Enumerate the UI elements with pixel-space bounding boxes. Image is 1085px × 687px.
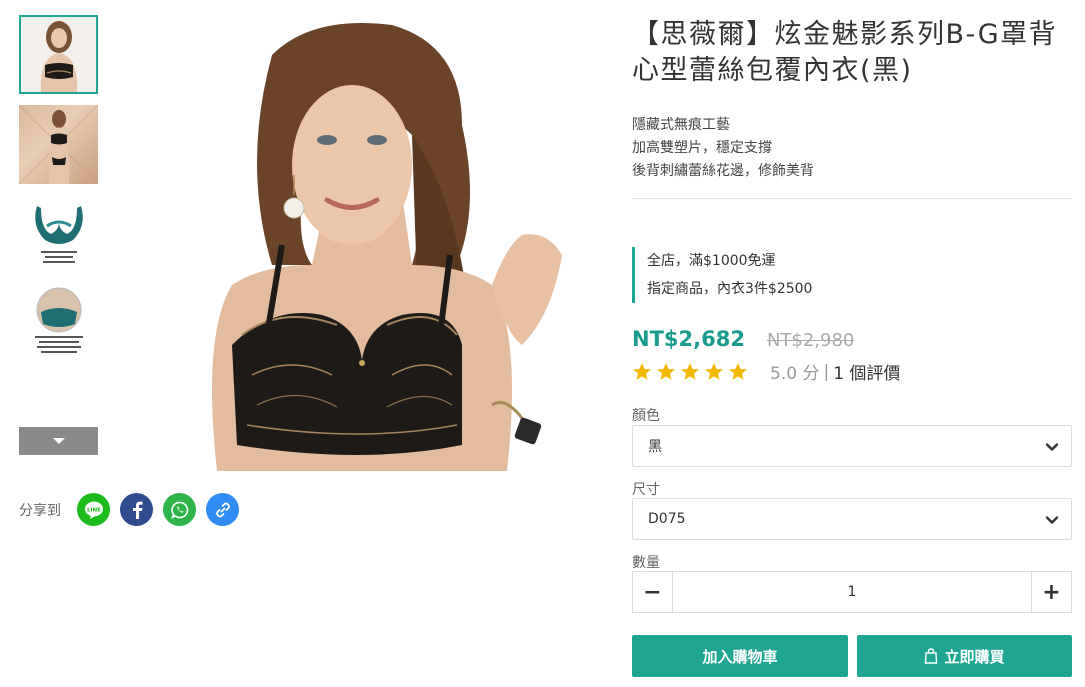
quantity-input[interactable] [673, 572, 1031, 612]
caret-down-icon[interactable] [19, 427, 98, 455]
divider [632, 198, 1072, 199]
quantity-decrease-button[interactable]: − [633, 572, 673, 612]
svg-text:LINE: LINE [87, 507, 101, 513]
sale-price: NT$2,682 [632, 327, 745, 351]
thumbnail-front-view[interactable] [19, 15, 98, 94]
star-icon [681, 362, 699, 380]
star-icon [705, 362, 723, 380]
star-icon [633, 362, 651, 380]
size-select[interactable]: D075 [632, 498, 1072, 540]
line-share-button[interactable]: LINE [77, 493, 110, 526]
promotion-item: 指定商品，內衣3件$2500 [647, 281, 813, 297]
description-line: 後背刺繡蕾絲花邊，修飾美背 [632, 163, 814, 179]
size-value: D075 [648, 511, 686, 527]
facebook-icon [132, 501, 143, 519]
description-line: 加高雙塑片，穩定支撐 [632, 140, 772, 156]
promotion-list: 全店，滿$1000免運 指定商品，內衣3件$2500 [632, 247, 812, 303]
shopping-bag-icon [925, 648, 938, 664]
add-to-cart-button[interactable]: 加入購物車 [632, 635, 848, 677]
thumbnail-detail-closeup[interactable] [19, 286, 98, 365]
quantity-stepper: − + [632, 571, 1072, 613]
quantity-label: 數量 [632, 555, 660, 571]
review-count: 1 個評價 [833, 364, 901, 384]
buy-now-button[interactable]: 立即購買 [857, 635, 1072, 677]
add-to-cart-label: 加入購物車 [702, 647, 778, 666]
chevron-down-icon [1045, 516, 1059, 524]
main-product-image [162, 15, 567, 471]
share-bar: 分享到 LINE [19, 493, 249, 526]
color-select[interactable]: 黑 [632, 425, 1072, 467]
size-label: 尺寸 [632, 482, 660, 498]
rating-score: 5.0 分 [770, 364, 820, 384]
rating-row[interactable]: 5.0 分 | 1 個評價 [632, 359, 900, 384]
copy-link-button[interactable] [206, 493, 239, 526]
color-label: 顏色 [632, 408, 660, 424]
line-icon: LINE [84, 501, 103, 519]
description-line: 隱藏式無痕工藝 [632, 117, 730, 133]
star-icon [729, 362, 747, 380]
star-icon [657, 362, 675, 380]
whatsapp-share-button[interactable] [163, 493, 196, 526]
product-title: 【思薇爾】炫金魅影系列B-G罩背心型蕾絲包覆內衣(黑) [632, 19, 1058, 86]
chevron-down-icon [1045, 443, 1059, 451]
rating-separator: | [823, 361, 830, 382]
quantity-increase-button[interactable]: + [1031, 572, 1071, 612]
star-rating [632, 362, 752, 382]
promotion-item: 全店，滿$1000免運 [647, 253, 776, 269]
link-icon [215, 502, 230, 517]
buy-now-label: 立即購買 [944, 647, 1005, 666]
price-row: NT$2,682 NT$2,980 [632, 327, 854, 351]
color-value: 黑 [648, 439, 662, 455]
thumbnail-full-view[interactable] [19, 105, 98, 184]
product-description: 隱藏式無痕工藝 加高雙塑片，穩定支撐 後背刺繡蕾絲花邊，修飾美背 [632, 114, 814, 183]
whatsapp-icon [170, 501, 188, 519]
facebook-share-button[interactable] [120, 493, 153, 526]
original-price: NT$2,980 [766, 330, 855, 351]
share-label: 分享到 [19, 502, 61, 519]
thumbnail-teal-product[interactable] [19, 196, 98, 275]
